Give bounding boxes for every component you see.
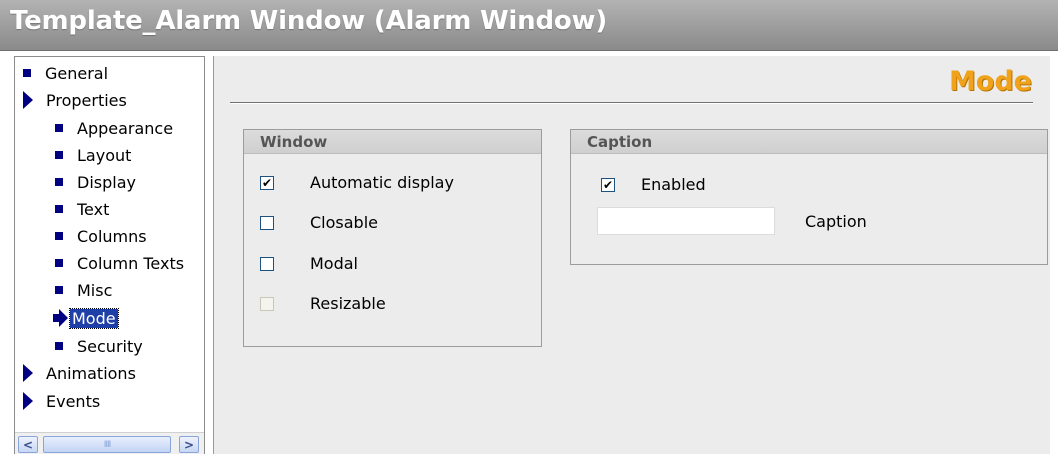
checkbox-label: Modal	[310, 254, 358, 273]
title-bar: Template_Alarm Window (Alarm Window)	[0, 0, 1058, 51]
automatic-display-option[interactable]: ✔ Automatic display	[260, 173, 454, 192]
nav-item-appearance[interactable]: Appearance	[55, 115, 173, 141]
nav-item-label: Text	[77, 199, 110, 219]
nav-item-column-texts[interactable]: Column Texts	[55, 250, 184, 276]
nav-item-properties[interactable]: Properties	[23, 87, 127, 113]
nav-item-label: General	[45, 63, 109, 83]
bullet-icon	[55, 124, 63, 132]
scroll-thumb[interactable]: IIII	[43, 436, 171, 453]
nav-item-text[interactable]: Text	[55, 196, 109, 222]
expand-arrow-icon[interactable]	[23, 91, 33, 109]
modal-checkbox[interactable]	[260, 256, 274, 271]
nav-item-mode[interactable]: Mode	[53, 305, 119, 331]
window-group: Window ✔ Automatic display Closable Moda…	[243, 129, 542, 347]
nav-item-layout[interactable]: Layout	[55, 142, 131, 168]
automatic-display-checkbox[interactable]: ✔	[260, 175, 274, 190]
bullet-icon	[55, 259, 63, 267]
group-title: Window	[244, 130, 541, 154]
bullet-icon	[55, 151, 63, 159]
bullet-icon	[55, 286, 63, 294]
bullet-icon	[55, 232, 63, 240]
nav-item-label: Security	[77, 336, 143, 356]
caption-input[interactable]	[597, 207, 775, 235]
bullet-icon	[55, 342, 63, 350]
expand-arrow-icon[interactable]	[23, 392, 33, 410]
caption-enabled-checkbox[interactable]: ✔	[601, 177, 615, 192]
nav-item-label: Appearance	[77, 118, 174, 138]
checkbox-label: Closable	[310, 213, 378, 232]
nav-item-label: Layout	[77, 145, 132, 165]
checkbox-label: Resizable	[310, 294, 386, 313]
scroll-right-button[interactable]: >	[179, 436, 199, 453]
nav-item-label: Misc	[77, 280, 113, 300]
nav-item-display[interactable]: Display	[55, 169, 136, 195]
nav-item-label: Animations	[46, 363, 136, 383]
nav-item-label: Mode	[69, 307, 119, 329]
current-arrow-icon	[53, 309, 68, 327]
nav-item-label: Column Texts	[77, 253, 185, 273]
nav-item-label: Display	[77, 172, 136, 192]
horizontal-scrollbar[interactable]: < IIII >	[15, 432, 204, 454]
nav-item-events[interactable]: Events	[23, 388, 100, 414]
property-navigation-tree[interactable]: General Properties Appearance Layout Dis…	[14, 56, 205, 454]
nav-item-label: Properties	[46, 90, 127, 110]
checkbox-label: Enabled	[641, 175, 706, 194]
expand-arrow-icon[interactable]	[23, 364, 33, 382]
scroll-left-button[interactable]: <	[18, 436, 38, 453]
closable-checkbox[interactable]	[260, 215, 274, 230]
nav-item-animations[interactable]: Animations	[23, 360, 136, 386]
caption-field-label: Caption	[805, 212, 867, 231]
nav-item-security[interactable]: Security	[55, 333, 143, 359]
bullet-icon	[55, 205, 63, 213]
nav-item-columns[interactable]: Columns	[55, 223, 147, 249]
closable-option[interactable]: Closable	[260, 213, 378, 232]
resizable-option: Resizable	[260, 294, 386, 313]
bullet-icon	[55, 178, 63, 186]
bullet-icon	[23, 69, 31, 77]
resizable-checkbox	[260, 296, 274, 311]
window-title: Template_Alarm Window (Alarm Window)	[10, 6, 608, 36]
page-title: Mode	[948, 66, 1032, 97]
modal-option[interactable]: Modal	[260, 254, 358, 273]
nav-item-label: Events	[46, 391, 101, 411]
nav-item-general[interactable]: General	[23, 60, 108, 86]
nav-item-misc[interactable]: Misc	[55, 277, 112, 303]
group-title: Caption	[571, 130, 1047, 154]
caption-group: Caption ✔ Enabled Caption	[570, 129, 1048, 265]
properties-panel: Mode Window ✔ Automatic display Closable…	[213, 56, 1050, 454]
header-divider	[230, 102, 1033, 104]
caption-enabled-option[interactable]: ✔ Enabled	[601, 175, 706, 194]
nav-item-label: Columns	[77, 226, 147, 246]
checkbox-label: Automatic display	[310, 173, 454, 192]
